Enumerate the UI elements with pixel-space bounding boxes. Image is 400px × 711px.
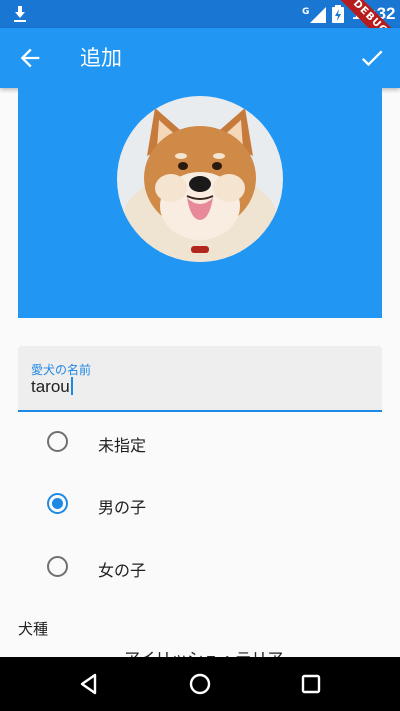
radio-unspecified[interactable] bbox=[47, 431, 68, 452]
text-caret bbox=[70, 377, 73, 395]
nav-back-icon[interactable] bbox=[76, 671, 102, 697]
gender-label-male: 男の子 bbox=[98, 498, 147, 517]
gender-label-female: 女の子 bbox=[98, 561, 147, 580]
nav-home-icon[interactable] bbox=[187, 671, 213, 697]
breed-label: 犬種 bbox=[18, 620, 49, 638]
radio-male[interactable] bbox=[47, 493, 68, 514]
app-bar: 追加 bbox=[0, 28, 400, 88]
shiba-inu-dog-photo bbox=[117, 96, 283, 262]
status-bar: G 16:32 DEBUG bbox=[0, 0, 400, 67]
signal-icon: G bbox=[302, 7, 326, 23]
navigation-bar bbox=[0, 657, 400, 711]
gender-option-unspecified[interactable]: 未指定 bbox=[0, 412, 400, 472]
download-icon bbox=[14, 6, 26, 22]
gender-option-female[interactable]: 女の子 bbox=[0, 537, 400, 597]
battery-charging-icon bbox=[332, 5, 344, 23]
page-title: 追加 bbox=[80, 46, 122, 70]
gender-label-unspecified: 未指定 bbox=[98, 436, 147, 455]
network-type-label: G bbox=[302, 7, 309, 17]
radio-female[interactable] bbox=[47, 556, 68, 577]
photo-panel[interactable] bbox=[18, 88, 382, 318]
dog-name-value: tarou bbox=[31, 377, 70, 396]
back-arrow-icon[interactable] bbox=[16, 44, 44, 72]
gender-option-male[interactable]: 男の子 bbox=[0, 474, 400, 534]
dog-name-label: 愛犬の名前 bbox=[31, 363, 92, 377]
dog-name-input[interactable]: tarou bbox=[31, 377, 73, 397]
nav-recents-icon[interactable] bbox=[298, 671, 324, 697]
dog-name-field[interactable]: 愛犬の名前 tarou bbox=[18, 346, 382, 412]
dog-photo-avatar[interactable] bbox=[117, 96, 283, 262]
check-icon[interactable] bbox=[358, 44, 386, 72]
